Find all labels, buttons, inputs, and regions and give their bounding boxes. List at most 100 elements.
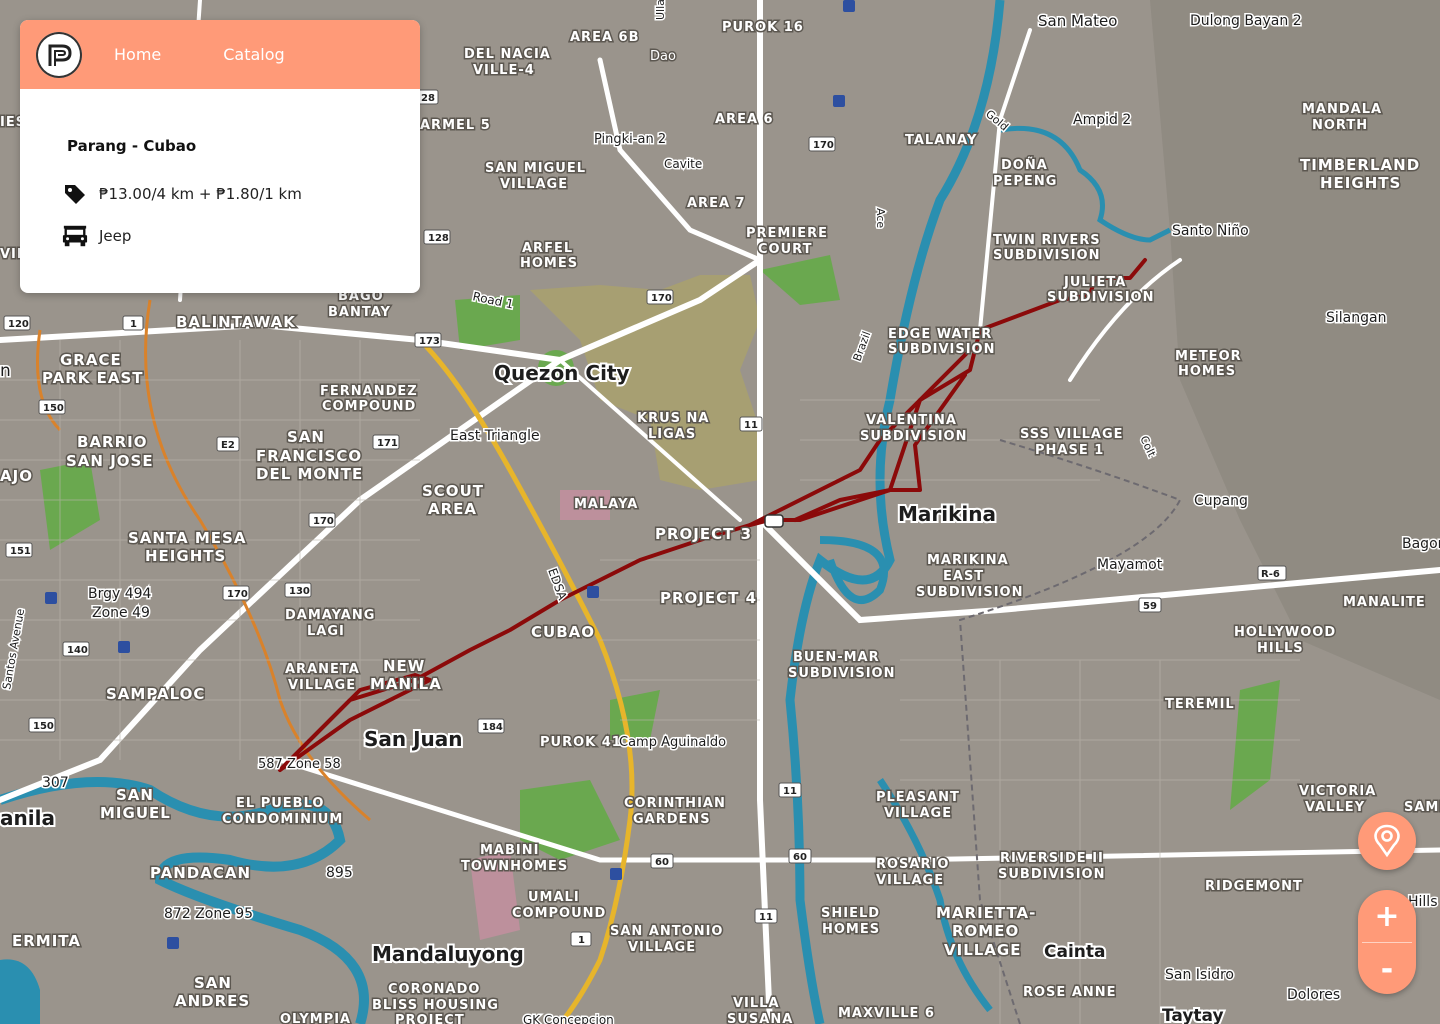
place-label: Dolores [1287,987,1340,1003]
place-label: Bagon [1402,536,1440,552]
place-label: MARIKINA [927,553,1009,568]
place-label: MALAYA [574,497,638,512]
nav-home-link[interactable]: Home [114,45,161,64]
place-label: anila [0,806,55,830]
svg-text:184: 184 [482,722,503,733]
place-label: Quezon City [494,361,630,385]
place-label: PROJECT [395,1013,465,1024]
road-shield: 120 [3,315,31,331]
place-label: COURT [758,242,812,257]
place-label: SANTA MESA [128,529,246,547]
place-label: ARANETA [285,662,360,677]
place-label: EDGE WATER [888,327,992,342]
place-label: Ampid 2 [1073,112,1131,128]
place-label: PREMIERE [746,226,828,241]
nav-catalog-link[interactable]: Catalog [223,45,284,64]
place-label: PROJECT 4 [660,589,757,607]
svg-text:E2: E2 [221,440,235,451]
road-shield: 1 [122,315,144,331]
place-label: HOMES [822,922,880,937]
place-label: KRUS NA [637,411,709,426]
road-shield: 150 [38,399,66,415]
place-label: MARIETTA- [936,904,1036,922]
place-label: JULIETA [1063,275,1126,290]
place-label: SAMPALOC [106,685,205,703]
place-label: SUBDIVISION [860,429,967,444]
place-label: BLISS HOUSING [372,998,499,1013]
place-label: SAN [287,428,325,446]
place-label: PUROK 16 [722,20,804,35]
place-label: BANTAY [328,305,391,320]
place-label: DEL MONTE [256,465,363,483]
svg-text:11: 11 [783,786,797,797]
place-label: Cupang [1194,493,1248,509]
place-label: TEREMIL [1165,697,1235,712]
place-label: VILLAGE [944,941,1021,959]
place-label: San Mateo [1038,12,1117,30]
place-label: Santo Niño [1172,223,1249,239]
place-label: Dulong Bayan 2 [1190,13,1302,29]
place-label: PARK EAST [42,369,144,387]
svg-text:1: 1 [578,935,585,946]
road-shield: 170 [222,585,250,601]
svg-text:128: 128 [428,233,449,244]
place-label: LIGAS [648,427,696,442]
place-label: SHIELD [821,906,880,921]
road-shield: 151 [5,542,33,558]
place-label: ERMITA [12,932,81,950]
app-logo[interactable] [36,31,82,78]
zoom-in-button[interactable]: + [1358,890,1416,942]
place-label: VILLAGE [288,678,356,693]
place-label: 307 [42,775,69,791]
svg-text:170: 170 [313,516,334,527]
road-shield: 59 [1138,597,1162,613]
svg-text:170: 170 [227,589,248,600]
place-label: EL PUEBLO [236,796,324,811]
svg-text:173: 173 [419,336,440,347]
zoom-control: + - [1358,890,1416,994]
place-label: Cainta [1044,942,1105,962]
road-shield: 11 [739,416,763,432]
place-label: SUBDIVISION [916,585,1023,600]
place-label: VILLAGE [628,940,696,955]
place-label: PROJECT 3 [655,525,752,543]
place-label: BARRIO [77,433,147,451]
place-label: DEL NACIA [464,47,551,62]
place-label: VICTORIA [1299,784,1376,799]
price-tag-icon [62,181,88,207]
logo-icon [48,44,72,66]
place-label: SAMP [1404,800,1440,815]
place-label: VILLAGE [876,873,944,888]
road-shield: 28 [417,89,439,105]
place-label: Dao [650,49,676,64]
place-label: DOÑA [1001,157,1048,173]
place-label: HOLLYWOOD [1234,625,1336,640]
place-label: BALINTAWAK [176,313,296,331]
top-nav-bar: Home Catalog [20,20,420,89]
place-label: SAN [194,974,232,992]
place-label: VILLE-4 [473,63,535,78]
place-label: MABINI [480,843,539,858]
place-label: 587 Zone 58 [258,757,341,772]
place-label: Cavite [664,157,702,171]
road-shield: 171 [372,434,400,450]
place-label: MAXVILLE 6 [838,1006,935,1021]
place-label: ROSARIO [876,857,949,872]
place-label: HEIGHTS [1320,174,1401,192]
place-label: East Triangle [450,428,540,444]
route-info-panel: Home Catalog Parang - Cubao ₱13.00/4 km … [20,20,420,293]
location-pin-icon [1374,824,1400,858]
place-label: Zone 49 [92,605,150,621]
locate-me-button[interactable] [1358,812,1416,870]
place-label: PHASE 1 [1035,443,1104,458]
place-label: Ulla [654,0,667,20]
place-label: ROSE ANNE [1023,985,1117,1000]
place-label: TALANAY [905,133,977,148]
place-label: SSS VILLAGE [1020,427,1124,442]
road-shield: 128 [423,229,451,245]
place-label: Mayamot [1097,557,1163,573]
place-label: Pingki-an 2 [594,132,666,147]
place-label: Ace [874,208,887,228]
place-label: SUBDIVISION [788,666,895,681]
place-label: AREA [428,500,477,518]
